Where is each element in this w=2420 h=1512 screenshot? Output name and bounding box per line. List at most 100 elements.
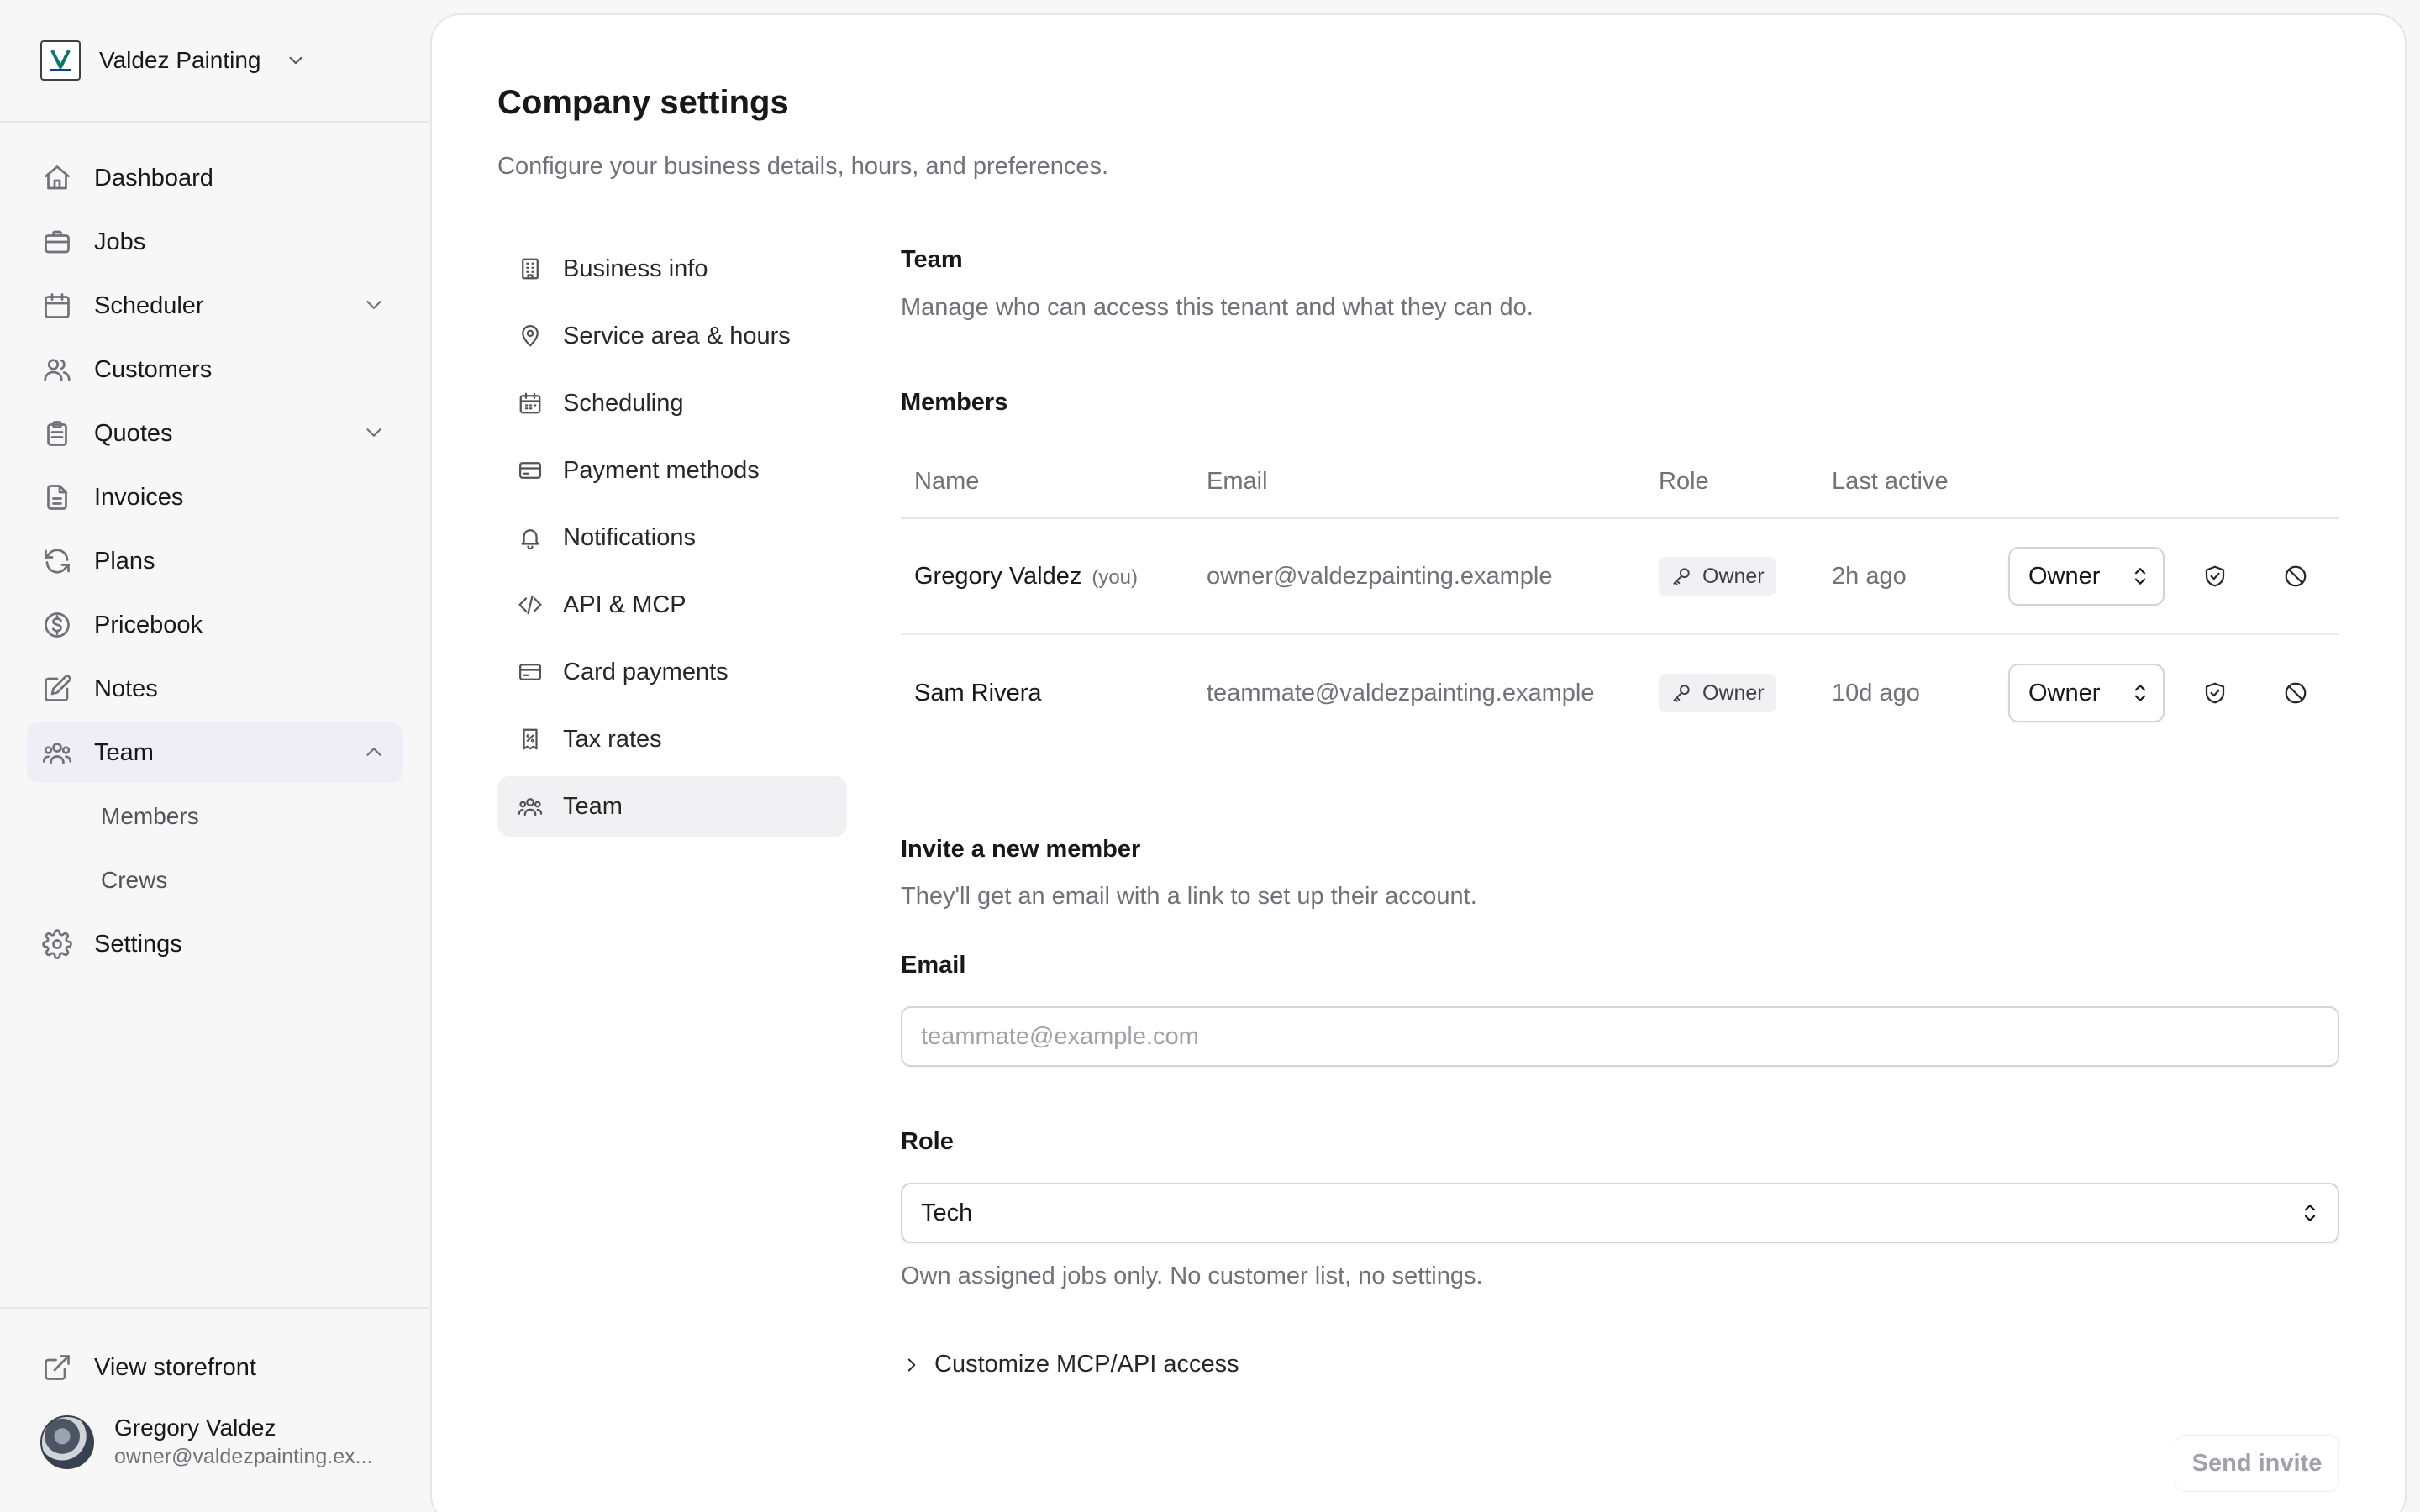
column-header-role: Role — [1659, 467, 1709, 495]
you-tag: (you) — [1092, 565, 1139, 589]
settings-nav-api-mcp[interactable]: API & MCP — [497, 575, 847, 635]
user-menu[interactable]: Gregory Valdez owner@valdezpainting.ex..… — [40, 1415, 450, 1469]
nav-item-invoices[interactable]: Invoices — [27, 467, 403, 528]
invite-email-input[interactable] — [901, 1006, 2339, 1067]
nav-subitem-crews[interactable]: Crews — [27, 850, 403, 911]
chevron-down-icon — [289, 56, 302, 65]
file-icon — [40, 480, 74, 514]
tenant-switcher[interactable]: Valdez Painting — [40, 40, 307, 81]
clipboard-icon — [40, 417, 74, 450]
customize-access-label: Customize MCP/API access — [934, 1351, 1239, 1378]
credit-card-icon — [516, 456, 544, 485]
role-select-value: Owner — [2028, 679, 2101, 706]
main-nav: Dashboard Jobs Scheduler Customers Quote… — [27, 148, 403, 978]
permissions-button[interactable] — [2193, 554, 2237, 598]
nav-label: Invoices — [94, 483, 184, 511]
column-header-last-active: Last active — [1832, 467, 1949, 495]
settings-nav-label: Service area & hours — [563, 322, 791, 349]
calendar-icon — [40, 289, 74, 323]
role-label: Role — [901, 1128, 954, 1155]
settings-nav-notifications[interactable]: Notifications — [497, 507, 847, 568]
refresh-icon — [40, 544, 74, 578]
settings-nav-payment-methods[interactable]: Payment methods — [497, 440, 847, 501]
shield-check-icon — [2205, 565, 2225, 587]
view-storefront-link[interactable]: View storefront — [27, 1337, 403, 1398]
key-icon — [1673, 568, 1690, 585]
nav-label: Notes — [94, 675, 158, 702]
member-last-active: 10d ago — [1832, 679, 1920, 706]
sidebar: Valdez Painting Dashboard Jobs Scheduler… — [0, 0, 429, 1512]
settings-nav-business-info[interactable]: Business info — [497, 239, 847, 299]
bell-icon — [516, 523, 544, 552]
chevron-up-down-icon — [2134, 568, 2146, 585]
disable-member-button[interactable] — [2274, 554, 2317, 598]
nav-item-team[interactable]: Team — [27, 722, 403, 783]
chevron-up-icon — [366, 748, 381, 756]
role-badge-label: Owner — [1702, 680, 1765, 705]
sidebar-bottom: View storefront — [27, 1337, 403, 1401]
nav-item-plans[interactable]: Plans — [27, 531, 403, 591]
nav-item-scheduler[interactable]: Scheduler — [27, 276, 403, 336]
nav-label: Scheduler — [94, 291, 204, 319]
nav-item-customers[interactable]: Customers — [27, 339, 403, 400]
nav-label: Quotes — [94, 419, 173, 447]
chevron-down-icon — [366, 301, 381, 309]
users-icon — [40, 353, 74, 386]
map-pin-icon — [516, 322, 544, 350]
gear-icon — [40, 927, 74, 961]
nav-item-dashboard[interactable]: Dashboard — [27, 148, 403, 208]
chevron-up-down-icon — [2304, 1205, 2316, 1221]
ban-icon — [2285, 565, 2307, 587]
user-name: Gregory Valdez — [114, 1415, 276, 1441]
member-last-active: 2h ago — [1832, 562, 1907, 590]
page-subtitle: Configure your business details, hours, … — [497, 153, 1109, 180]
calendar-icon — [516, 389, 544, 417]
briefcase-icon — [40, 225, 74, 259]
settings-nav-label: API & MCP — [563, 591, 687, 618]
invite-description: They'll get an email with a link to set … — [901, 883, 1477, 910]
page-title: Company settings — [497, 84, 789, 121]
nav-item-notes[interactable]: Notes — [27, 659, 403, 719]
settings-nav-service-area[interactable]: Service area & hours — [497, 306, 847, 366]
home-icon — [40, 161, 74, 195]
logo-icon — [50, 50, 71, 71]
column-header-email: Email — [1207, 467, 1268, 495]
role-select-value: Owner — [2028, 562, 2101, 590]
sidebar-divider — [0, 1307, 429, 1309]
team-description: Manage who can access this tenant and wh… — [901, 294, 1534, 321]
role-badge: Owner — [1659, 557, 1776, 596]
member-name: Gregory Valdez — [914, 562, 1082, 590]
settings-nav-card-payments[interactable]: Card payments — [497, 642, 847, 702]
brand-logo — [40, 40, 81, 81]
dollar-icon — [40, 608, 74, 642]
invite-role-select[interactable]: Tech — [901, 1183, 2339, 1243]
settings-nav-scheduling[interactable]: Scheduling — [497, 373, 847, 433]
settings-nav-label: Scheduling — [563, 389, 684, 417]
nav-item-settings[interactable]: Settings — [27, 914, 403, 974]
invite-role-value: Tech — [921, 1199, 973, 1226]
settings-nav-label: Card payments — [563, 658, 729, 685]
user-email: owner@valdezpainting.ex... — [114, 1445, 373, 1468]
nav-subitem-members[interactable]: Members — [27, 786, 403, 847]
member-role-select[interactable]: Owner — [2008, 547, 2165, 606]
settings-nav: Business info Service area & hours Sched… — [497, 239, 847, 843]
code-icon — [516, 591, 544, 619]
invite-heading: Invite a new member — [901, 836, 1141, 863]
member-role-select[interactable]: Owner — [2008, 664, 2165, 722]
nav-item-pricebook[interactable]: Pricebook — [27, 595, 403, 655]
nav-item-quotes[interactable]: Quotes — [27, 403, 403, 464]
user-info: Gregory Valdez owner@valdezpainting.ex..… — [114, 1415, 450, 1469]
nav-item-jobs[interactable]: Jobs — [27, 212, 403, 272]
permissions-button[interactable] — [2193, 671, 2237, 715]
settings-nav-tax-rates[interactable]: Tax rates — [497, 709, 847, 769]
customize-access-toggle[interactable]: Customize MCP/API access — [901, 1351, 1239, 1378]
nav-label: Team — [94, 738, 154, 766]
member-name-cell: Sam Rivera — [914, 680, 1042, 707]
settings-nav-label: Tax rates — [563, 725, 662, 753]
send-invite-button[interactable]: Send invite — [2175, 1435, 2339, 1492]
building-icon — [516, 255, 544, 283]
team-heading: Team — [901, 246, 963, 273]
settings-nav-team[interactable]: Team — [497, 776, 847, 837]
disable-member-button[interactable] — [2274, 671, 2317, 715]
team-icon — [516, 792, 544, 821]
